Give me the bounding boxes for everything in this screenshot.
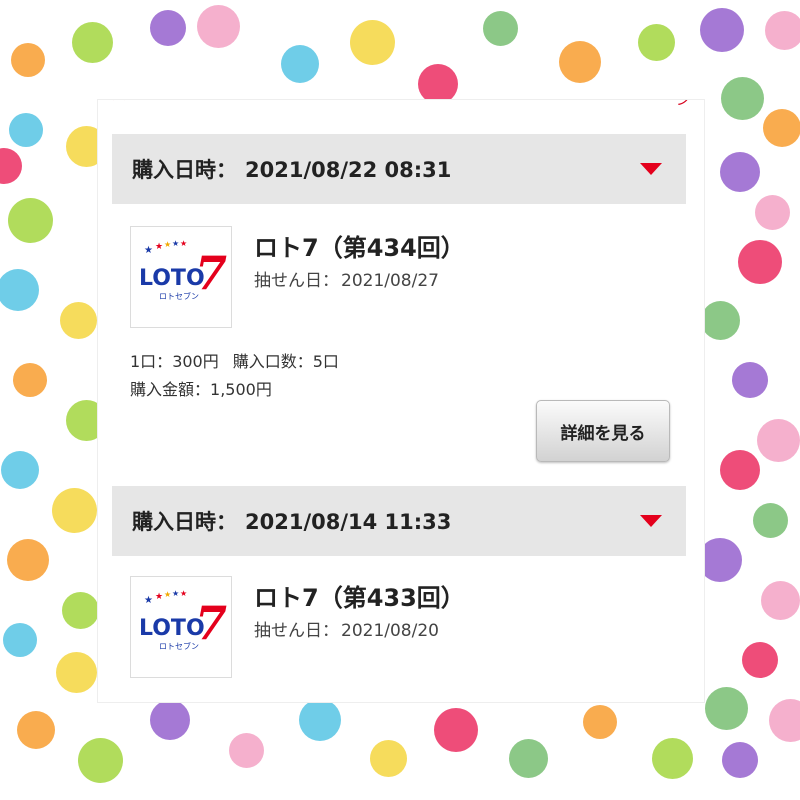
polka-dot xyxy=(742,642,778,678)
svg-text:★: ★ xyxy=(164,240,171,249)
svg-text:★: ★ xyxy=(164,590,171,599)
polka-dot xyxy=(760,580,800,620)
polka-dot xyxy=(700,8,744,52)
polka-dot xyxy=(61,591,99,629)
view-details-button[interactable]: 詳細を見る xyxy=(536,400,670,462)
loto7-logo-icon: ★ ★ ★ ★ ★ LOTO 7 ロトセブン xyxy=(130,226,232,328)
polka-dot xyxy=(0,269,39,311)
polka-dot xyxy=(722,742,758,778)
polka-dot xyxy=(7,539,49,581)
price-count-line: 1口：300円 購入口数：5口 xyxy=(130,352,339,371)
polka-dot xyxy=(299,699,341,741)
polka-dot xyxy=(51,487,97,533)
polka-dot xyxy=(720,152,760,192)
polka-dot xyxy=(732,362,768,398)
cut-off-menu-text: ー xyxy=(112,100,126,109)
polka-dot xyxy=(434,708,478,752)
polka-dot xyxy=(11,43,45,77)
polka-dot xyxy=(508,738,548,778)
svg-text:7: 7 xyxy=(195,246,227,300)
polka-dot xyxy=(281,45,319,83)
loto7-logo-image: ★ ★ ★ ★ ★ LOTO 7 ロトセブン xyxy=(139,589,227,651)
purchase-datetime: 購入日時： 2021/08/22 08:31 xyxy=(132,158,452,182)
polka-dot xyxy=(583,705,617,739)
polka-dot xyxy=(720,76,764,120)
polka-dot xyxy=(71,21,113,63)
polka-dot xyxy=(704,686,748,730)
draw-date: 抽せん日： 2021/08/27 xyxy=(254,271,439,291)
polka-dot xyxy=(59,301,97,339)
svg-text:★: ★ xyxy=(144,245,153,256)
svg-text:ロトセブン: ロトセブン xyxy=(159,291,199,301)
svg-text:★: ★ xyxy=(180,589,187,598)
svg-text:★: ★ xyxy=(172,239,179,248)
svg-text:7: 7 xyxy=(195,596,227,650)
svg-text:★: ★ xyxy=(180,239,187,248)
polka-dot xyxy=(1,451,39,489)
polka-dot xyxy=(0,148,22,184)
polka-dot xyxy=(756,418,800,462)
loto7-logo-image: ★ ★ ★ ★ ★ LOTO 7 ロトセブン xyxy=(139,239,227,301)
polka-dot xyxy=(55,651,97,693)
polka-dot xyxy=(9,113,43,147)
polka-dot xyxy=(228,732,264,768)
polka-dot xyxy=(13,363,47,397)
polka-dot xyxy=(700,300,740,340)
polka-dot xyxy=(637,23,675,61)
polka-dot xyxy=(150,700,190,740)
svg-text:ロトセブン: ロトセブン xyxy=(159,641,199,651)
svg-text:★: ★ xyxy=(155,592,163,602)
game-title: ロト7（第434回） xyxy=(254,234,465,262)
polka-dot xyxy=(482,10,518,46)
total-amount-line: 購入金額：1,500円 xyxy=(130,380,272,399)
game-title: ロト7（第433回） xyxy=(254,584,465,612)
polka-dot xyxy=(369,739,407,777)
polka-dot xyxy=(150,10,186,46)
chevron-down-icon[interactable] xyxy=(640,515,662,527)
polka-dot xyxy=(764,10,800,50)
polka-dot xyxy=(754,194,790,230)
purchase-history-panel: ー ン 購入日時： 2021/08/22 08:31 ★ ★ ★ ★ ★ LOTO… xyxy=(98,100,704,702)
svg-text:★: ★ xyxy=(155,242,163,252)
polka-dot xyxy=(559,41,601,83)
cut-off-menu-text: ン xyxy=(676,100,690,109)
polka-dot xyxy=(720,450,760,490)
loto7-logo-icon: ★ ★ ★ ★ ★ LOTO 7 ロトセブン xyxy=(130,576,232,678)
purchase-datetime: 購入日時： 2021/08/14 11:33 xyxy=(132,510,452,534)
polka-dot xyxy=(418,64,458,104)
polka-dot xyxy=(17,711,55,749)
polka-dot xyxy=(738,240,782,284)
polka-dot xyxy=(196,4,240,48)
polka-dot xyxy=(698,538,742,582)
draw-date: 抽せん日： 2021/08/20 xyxy=(254,621,439,641)
polka-dot xyxy=(7,197,53,243)
svg-text:★: ★ xyxy=(144,595,153,606)
polka-dot xyxy=(651,737,693,779)
polka-dot xyxy=(768,698,800,742)
polka-dot xyxy=(3,623,37,657)
polka-dot xyxy=(349,19,395,65)
polka-dot xyxy=(752,502,788,538)
polka-dot xyxy=(763,109,800,147)
svg-text:★: ★ xyxy=(172,589,179,598)
chevron-down-icon[interactable] xyxy=(640,163,662,175)
purchase-header[interactable]: 購入日時： 2021/08/14 11:33 xyxy=(112,486,686,556)
polka-dot xyxy=(77,737,123,783)
purchase-header[interactable]: 購入日時： 2021/08/22 08:31 xyxy=(112,134,686,204)
